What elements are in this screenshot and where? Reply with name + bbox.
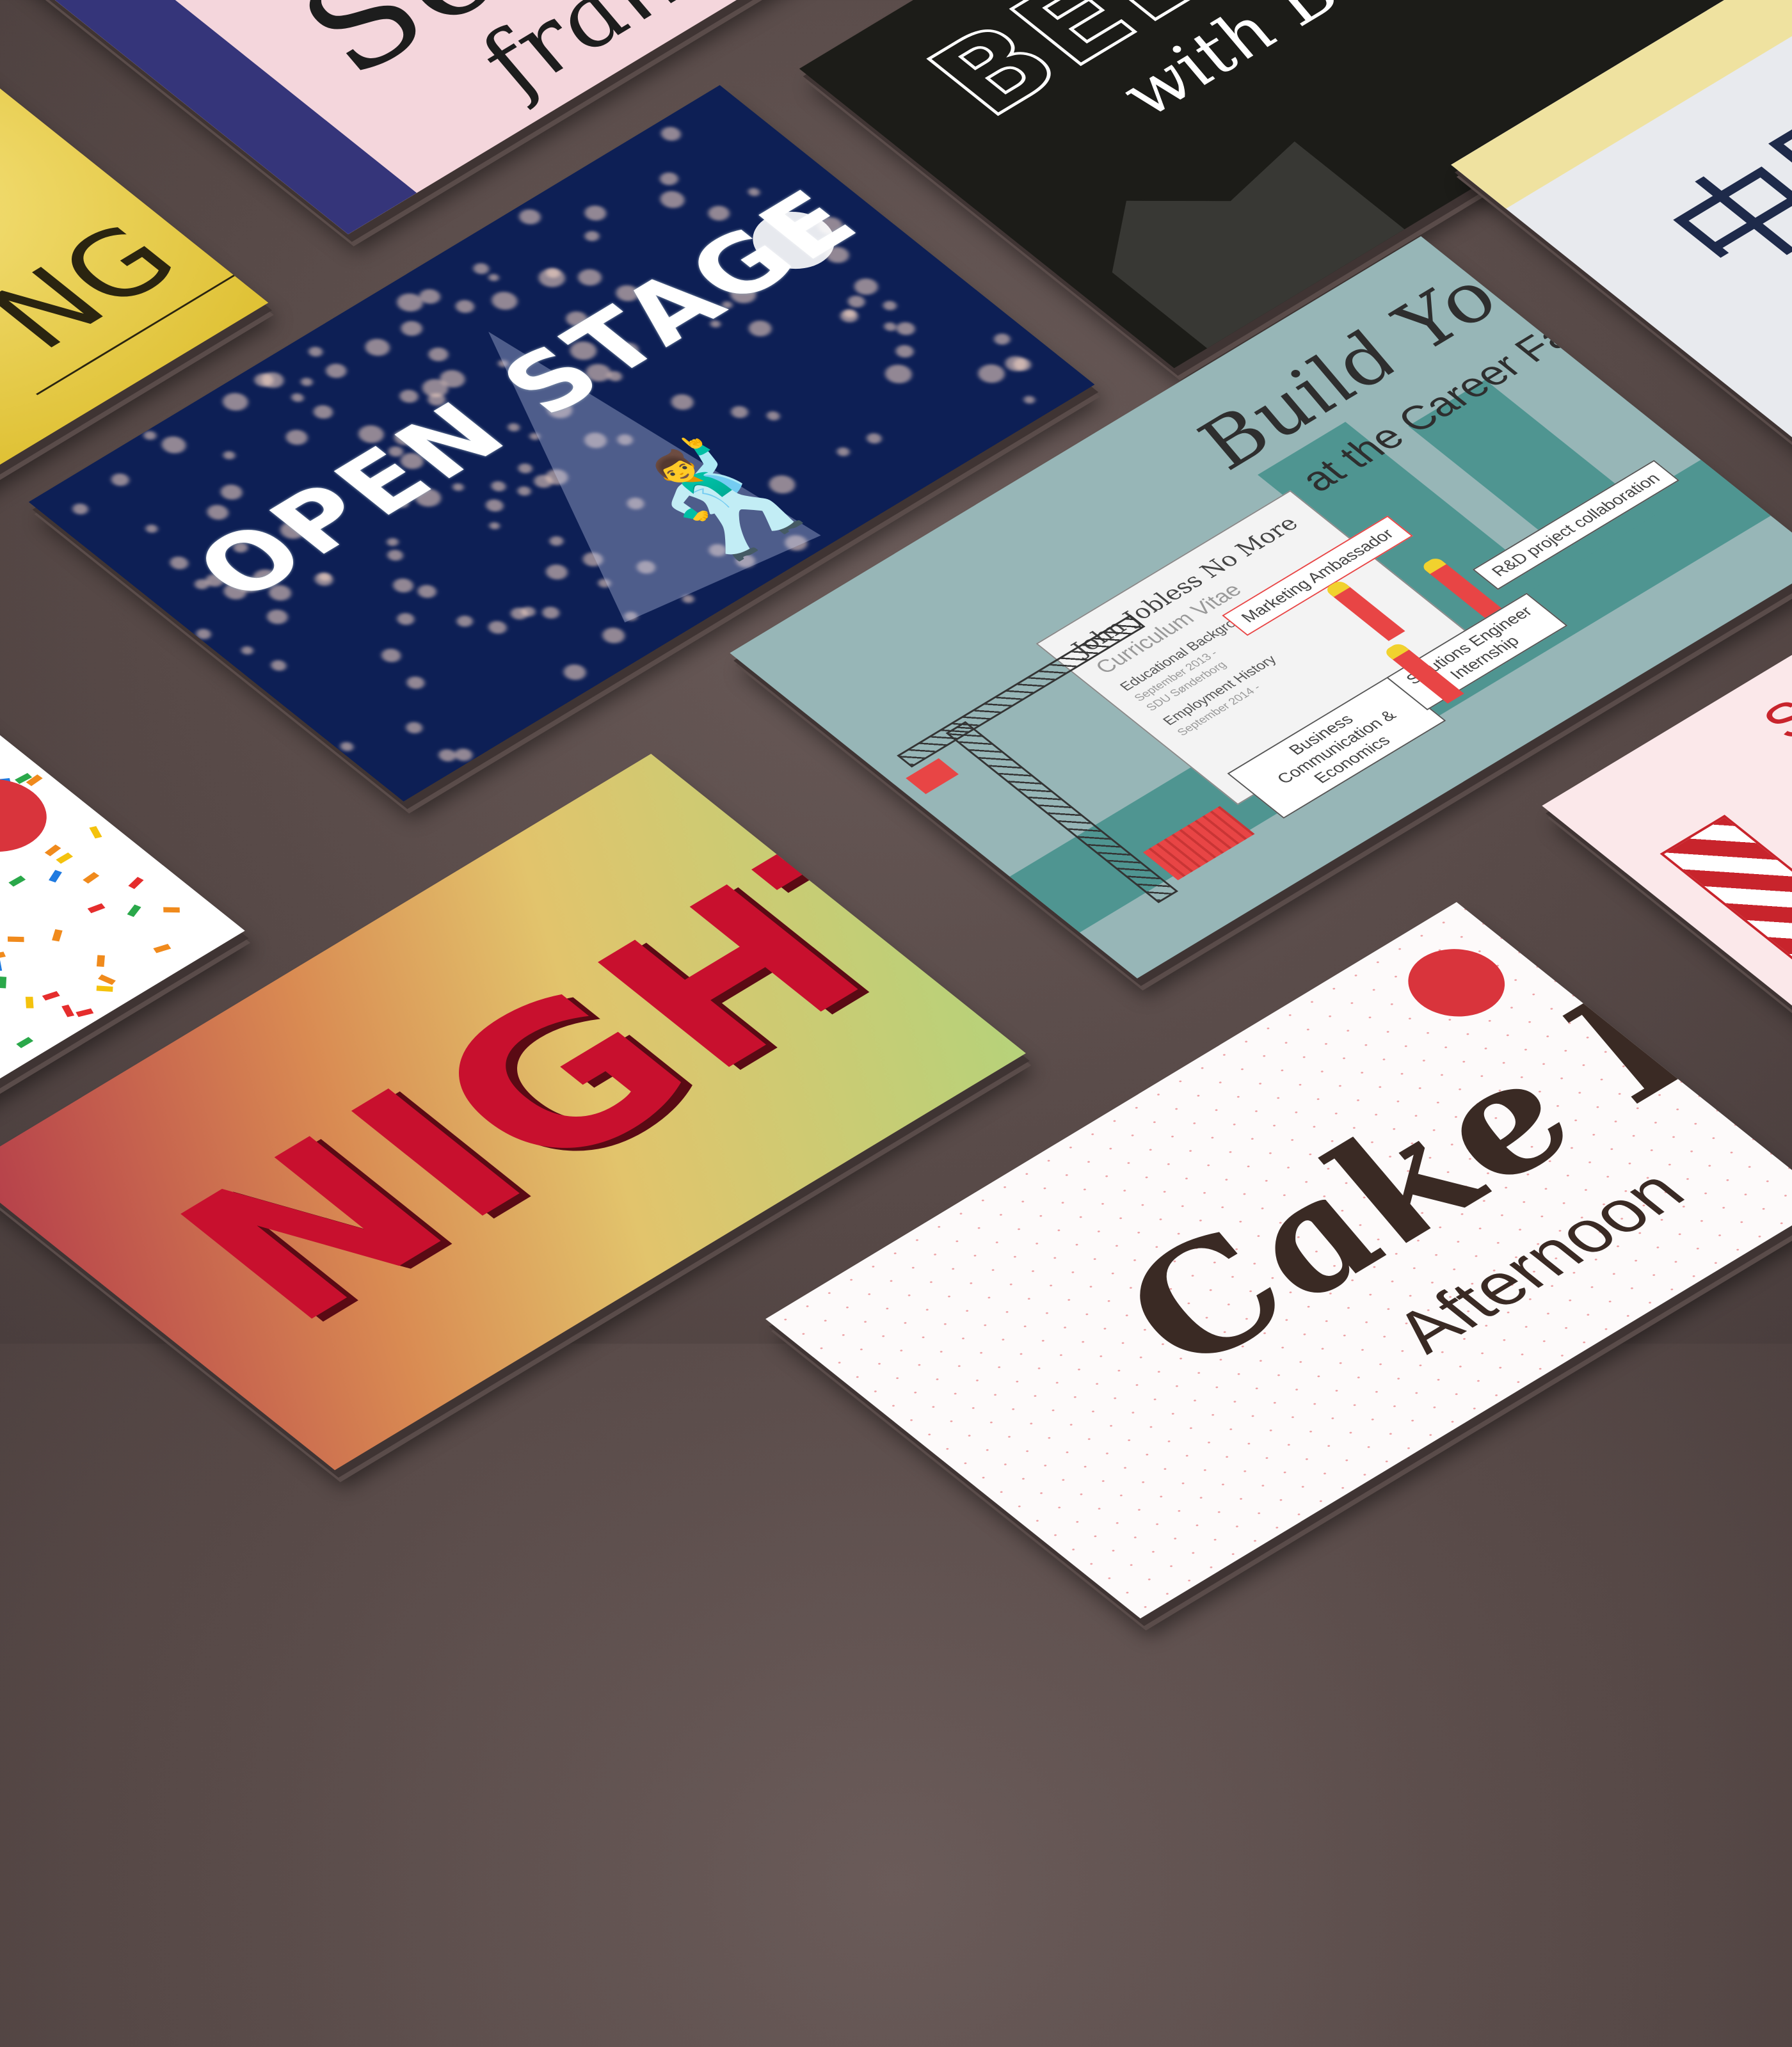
- confetti-piece: [0, 976, 7, 989]
- confetti-piece: [16, 1037, 33, 1048]
- bokeh-dot: [298, 376, 316, 388]
- bokeh-dot: [143, 523, 160, 535]
- confetti-piece: [42, 991, 60, 1001]
- bokeh-dot: [107, 471, 132, 489]
- bokeh-dot: [289, 392, 307, 404]
- bokeh-dot: [835, 445, 852, 458]
- bokeh-dot: [157, 433, 191, 457]
- bokeh-dot: [532, 264, 571, 291]
- confetti-piece: [8, 936, 25, 943]
- bokeh-dot: [216, 481, 247, 503]
- bokeh-dot: [193, 626, 214, 642]
- confetti-piece: [126, 904, 141, 918]
- bokeh-dot: [309, 402, 337, 422]
- bokeh-dot: [482, 497, 508, 514]
- bokeh-dot: [484, 618, 511, 637]
- bokeh-dot: [539, 604, 564, 621]
- bokeh-dot: [257, 369, 289, 392]
- bokeh-dot: [836, 307, 862, 325]
- bokeh-dot: [403, 720, 426, 737]
- bokeh-dot: [580, 202, 611, 224]
- confetti-piece: [128, 877, 144, 889]
- bokeh-dot: [470, 260, 492, 276]
- bokeh-dot: [656, 170, 682, 188]
- bokeh-dot: [220, 449, 237, 461]
- confetti-piece: [98, 974, 116, 985]
- bokeh-dot: [69, 501, 92, 517]
- confetti-piece: [25, 996, 34, 1008]
- bokeh-dot: [892, 342, 918, 360]
- bokeh-dot: [239, 644, 256, 657]
- bokeh-dot: [990, 331, 1014, 347]
- bokeh-dot: [863, 431, 884, 446]
- bokeh-dot: [321, 360, 351, 381]
- bokeh-dot: [559, 661, 591, 684]
- flyer-title: NG: [0, 204, 205, 370]
- confetti-piece: [83, 872, 100, 884]
- confetti-piece: [55, 852, 73, 864]
- bokeh-dot: [849, 275, 883, 298]
- bokeh-dot: [515, 206, 545, 228]
- confetti-piece: [87, 903, 106, 913]
- confetti-piece: [61, 1004, 74, 1017]
- bokeh-dot: [396, 318, 427, 339]
- bokeh-dot: [414, 582, 440, 601]
- confetti-piece: [49, 870, 63, 883]
- confetti-piece: [89, 825, 102, 839]
- flyer-subtitle: français: [451, 0, 873, 109]
- bokeh-dot: [657, 123, 685, 144]
- bokeh-dot: [452, 297, 479, 316]
- bokeh-dot: [141, 429, 159, 442]
- confetti-piece: [76, 1008, 94, 1017]
- bokeh-dot: [394, 610, 418, 628]
- confetti-piece: [8, 875, 26, 887]
- bokeh-dot: [844, 293, 869, 310]
- striped-tower: [1660, 815, 1792, 1025]
- bokeh-dot: [655, 187, 689, 212]
- bokeh-dot: [541, 561, 572, 583]
- confetti-piece: [0, 959, 2, 971]
- bokeh-dot: [582, 229, 603, 244]
- confetti-piece: [153, 943, 172, 953]
- bokeh-dot: [487, 520, 502, 531]
- bokeh-dot: [453, 613, 476, 630]
- bokeh-dot: [880, 299, 899, 312]
- bokeh-dot: [268, 658, 290, 673]
- bokeh-dot: [435, 746, 460, 764]
- bokeh-dot: [282, 427, 312, 449]
- bokeh-dot: [573, 266, 607, 289]
- bokeh-dot: [377, 645, 406, 665]
- bokeh-dot: [305, 345, 326, 359]
- bokeh-dot: [486, 272, 501, 283]
- bokeh-dot: [879, 361, 918, 388]
- bokeh-dot: [598, 625, 630, 647]
- confetti-piece: [96, 955, 105, 967]
- bokeh-dot: [384, 547, 406, 563]
- bokeh-dot: [892, 319, 919, 338]
- bokeh-dot: [764, 410, 783, 422]
- confetti-piece: [0, 952, 6, 960]
- bokeh-dot: [486, 287, 523, 314]
- confetti-piece: [52, 929, 63, 942]
- bokeh-dot: [337, 740, 356, 753]
- confetti-piece: [44, 845, 61, 857]
- flyer-title: St: [1748, 681, 1792, 750]
- confetti-piece: [163, 907, 180, 913]
- bokeh-dot: [217, 389, 253, 415]
- confetti-piece: [96, 985, 113, 992]
- bokeh-dot: [403, 674, 429, 692]
- bokeh-dot: [389, 575, 417, 596]
- bokeh-dot: [1001, 353, 1032, 374]
- bokeh-dot: [1021, 394, 1037, 406]
- bokeh-dot: [360, 335, 395, 360]
